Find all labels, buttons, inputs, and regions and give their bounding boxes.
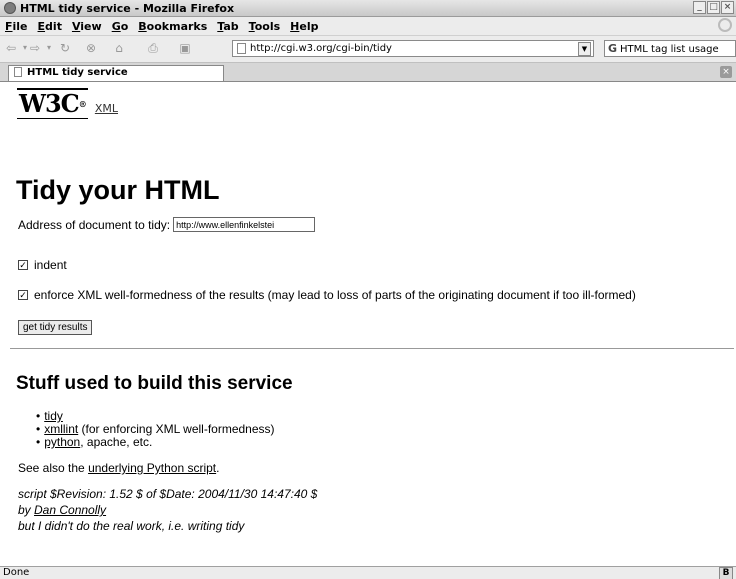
menu-edit[interactable]: Edit: [38, 20, 62, 33]
get-tidy-results-button[interactable]: get tidy results: [18, 320, 93, 335]
close-window-button[interactable]: ×: [721, 1, 734, 14]
window-title: HTML tidy service - Mozilla Firefox: [20, 1, 235, 15]
enforce-row: ✓ enforce XML well-formedness of the res…: [18, 288, 636, 302]
list-item-text: , apache, etc.: [80, 435, 153, 449]
enforce-label: enforce XML well-formedness of the resul…: [34, 288, 636, 302]
window-controls: _ □ ×: [693, 1, 734, 14]
maximize-button[interactable]: □: [707, 1, 720, 14]
address-input[interactable]: [173, 217, 316, 232]
indent-row: ✓ indent: [18, 258, 67, 272]
see-also-suffix: .: [216, 461, 220, 475]
divider: [10, 348, 734, 349]
status-icon[interactable]: B: [719, 567, 733, 579]
revision-line: script $Revision: 1.52 $ of $Date: 2004/…: [18, 487, 318, 501]
new-tab-icon[interactable]: ▣: [178, 41, 192, 55]
author-line: by Dan Connolly: [18, 503, 106, 517]
close-tab-icon[interactable]: ×: [720, 66, 732, 78]
address-label: Address of document to tidy:: [18, 217, 171, 232]
home-icon[interactable]: ⌂: [112, 41, 126, 55]
tab-page-icon: [14, 67, 22, 77]
list-item: python, apache, etc.: [24, 436, 275, 449]
python-link[interactable]: python: [44, 435, 80, 449]
indent-checkbox[interactable]: ✓: [18, 260, 28, 270]
navigation-toolbar: ⇦ ▾ ⇨ ▾ ↻ ⊗ ⌂ ⎙ ▣ http://cgi.w3.org/cgi-…: [0, 36, 736, 63]
dropdown-icon[interactable]: ▼: [578, 42, 591, 56]
reload-icon[interactable]: ↻: [58, 41, 72, 55]
tab-label: HTML tidy service: [27, 67, 128, 78]
by-prefix: by: [18, 503, 35, 517]
menu-go[interactable]: Go: [112, 20, 129, 33]
tidy-link[interactable]: tidy: [44, 409, 63, 423]
search-text: HTML tag list usage: [620, 44, 719, 55]
w3c-logo[interactable]: W3C®: [17, 88, 88, 119]
see-also-line: See also the underlying Python script.: [18, 461, 219, 475]
tab-html-tidy-service[interactable]: HTML tidy service: [8, 65, 224, 81]
forward-dropdown-icon[interactable]: ▾: [42, 41, 56, 55]
see-also-prefix: See also the: [18, 461, 89, 475]
back-icon[interactable]: ⇦: [4, 41, 18, 55]
url-text: http://cgi.w3.org/cgi-bin/tidy: [250, 43, 392, 54]
menu-view[interactable]: View: [72, 20, 102, 33]
xmllint-link[interactable]: xmllint: [44, 422, 78, 436]
stop-icon[interactable]: ⊗: [84, 41, 98, 55]
indent-label: indent: [34, 258, 67, 272]
python-script-link[interactable]: underlying Python script: [88, 461, 216, 475]
menu-file[interactable]: File: [5, 20, 28, 33]
page-title: Tidy your HTML: [16, 175, 220, 205]
disclaimer-line: but I didn't do the real work, i.e. writ…: [18, 519, 245, 533]
section-heading: Stuff used to build this service: [16, 373, 293, 394]
tab-strip: HTML tidy service ×: [0, 63, 736, 82]
menu-bookmarks[interactable]: Bookmarks: [138, 20, 207, 33]
menu-bar: File Edit View Go Bookmarks Tab Tools He…: [0, 17, 736, 36]
tools-list: tidy xmllint (for enforcing XML well-for…: [24, 409, 275, 449]
menu-tools[interactable]: Tools: [249, 20, 280, 33]
list-item-text: (for enforcing XML well-formedness): [78, 422, 275, 436]
page-icon: [237, 42, 246, 54]
address-row: Address of document to tidy:: [18, 217, 316, 232]
firefox-icon: [4, 2, 16, 14]
forward-icon[interactable]: ⇨: [28, 41, 42, 55]
search-engine-icon[interactable]: G: [608, 41, 617, 56]
menu-tab[interactable]: Tab: [217, 20, 238, 33]
minimize-button[interactable]: _: [693, 1, 706, 14]
browser-window: HTML tidy service - Mozilla Firefox _ □ …: [0, 0, 736, 579]
author-link[interactable]: Dan Connolly: [34, 503, 106, 517]
status-text: Done: [3, 567, 30, 578]
w3c-header: W3C® XML: [17, 88, 118, 119]
w3c-registered-mark: ®: [78, 99, 87, 109]
title-bar: HTML tidy service - Mozilla Firefox _ □ …: [0, 0, 736, 17]
throbber-icon: [718, 18, 732, 32]
search-bar[interactable]: G HTML tag list usage: [604, 40, 736, 57]
enforce-checkbox[interactable]: ✓: [18, 290, 28, 300]
menu-help[interactable]: Help: [290, 20, 318, 33]
url-bar[interactable]: http://cgi.w3.org/cgi-bin/tidy ▼: [232, 40, 594, 57]
status-bar: Done B: [0, 566, 736, 579]
w3c-logo-text: W3C: [19, 89, 80, 118]
print-icon[interactable]: ⎙: [146, 41, 160, 55]
page-content: W3C® XML Tidy your HTML Address of docum…: [0, 82, 736, 566]
xml-link[interactable]: XML: [95, 102, 118, 115]
